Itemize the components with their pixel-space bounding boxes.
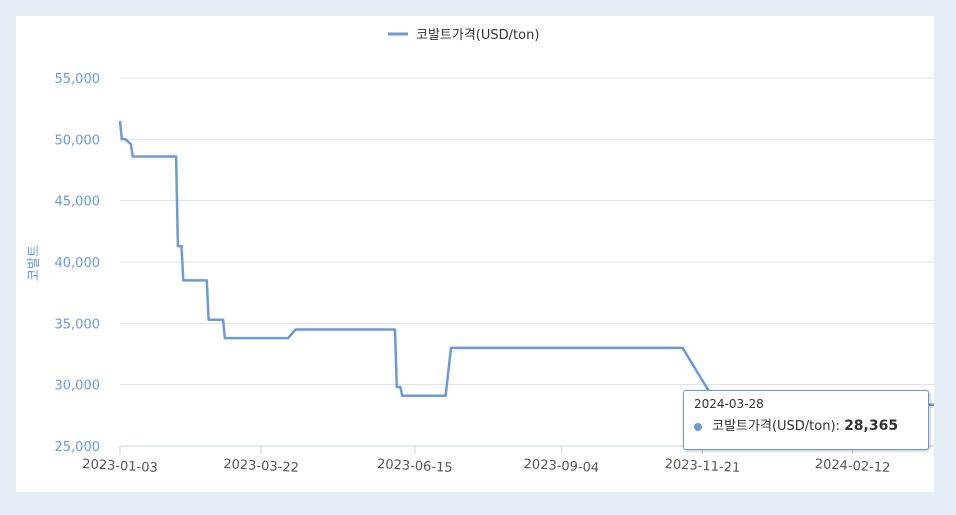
x-tick-label: 2023-03-22 — [223, 457, 299, 476]
y-tick-label: 40,000 — [55, 256, 101, 271]
x-tick-label: 2023-11-21 — [664, 457, 740, 476]
x-tick-label: 2024-02-12 — [814, 457, 890, 476]
y-axis-label: 코발트 — [27, 245, 42, 281]
legend[interactable]: 코발트가격(USD/ton) — [388, 28, 539, 43]
y-tick-label: 25,000 — [55, 440, 101, 455]
y-tick-label: 30,000 — [55, 379, 101, 394]
y-tick-label: 50,000 — [55, 133, 101, 148]
legend-label: 코발트가격(USD/ton) — [416, 28, 539, 43]
y-tick-label: 55,000 — [55, 72, 101, 87]
x-tick-label: 2023-01-03 — [82, 457, 158, 476]
x-tick-label: 2023-09-04 — [523, 457, 599, 476]
y-axis-ticks: 25,000 30,000 35,000 40,000 45,000 50,000 55,0… — [55, 72, 101, 455]
y-tick-label: 45,000 — [55, 195, 101, 210]
tooltip-series-dot — [694, 422, 702, 431]
chart-panel: 코발트가격(USD/ton) 코발트 25,000 30,000 35,000 40,… — [16, 16, 934, 492]
x-tick-label: 2023-06-15 — [377, 457, 453, 476]
tooltip-series-name: 코발트가격(USD/ton): — [712, 419, 840, 434]
tooltip-date: 2024-03-28 — [694, 397, 764, 411]
tooltip-value: 28,365 — [844, 418, 899, 434]
tooltip-row: 코발트가격(USD/ton): 28,365 — [694, 415, 918, 434]
series-line[interactable] — [118, 120, 934, 406]
y-tick-label: 35,000 — [55, 317, 101, 332]
x-axis-ticks: 2023-01-03 2023-03-22 2023-06-15 2023-09-04… — [82, 446, 891, 476]
tooltip: 2024-03-28 코발트가격(USD/ton): 28,365 — [683, 390, 929, 450]
